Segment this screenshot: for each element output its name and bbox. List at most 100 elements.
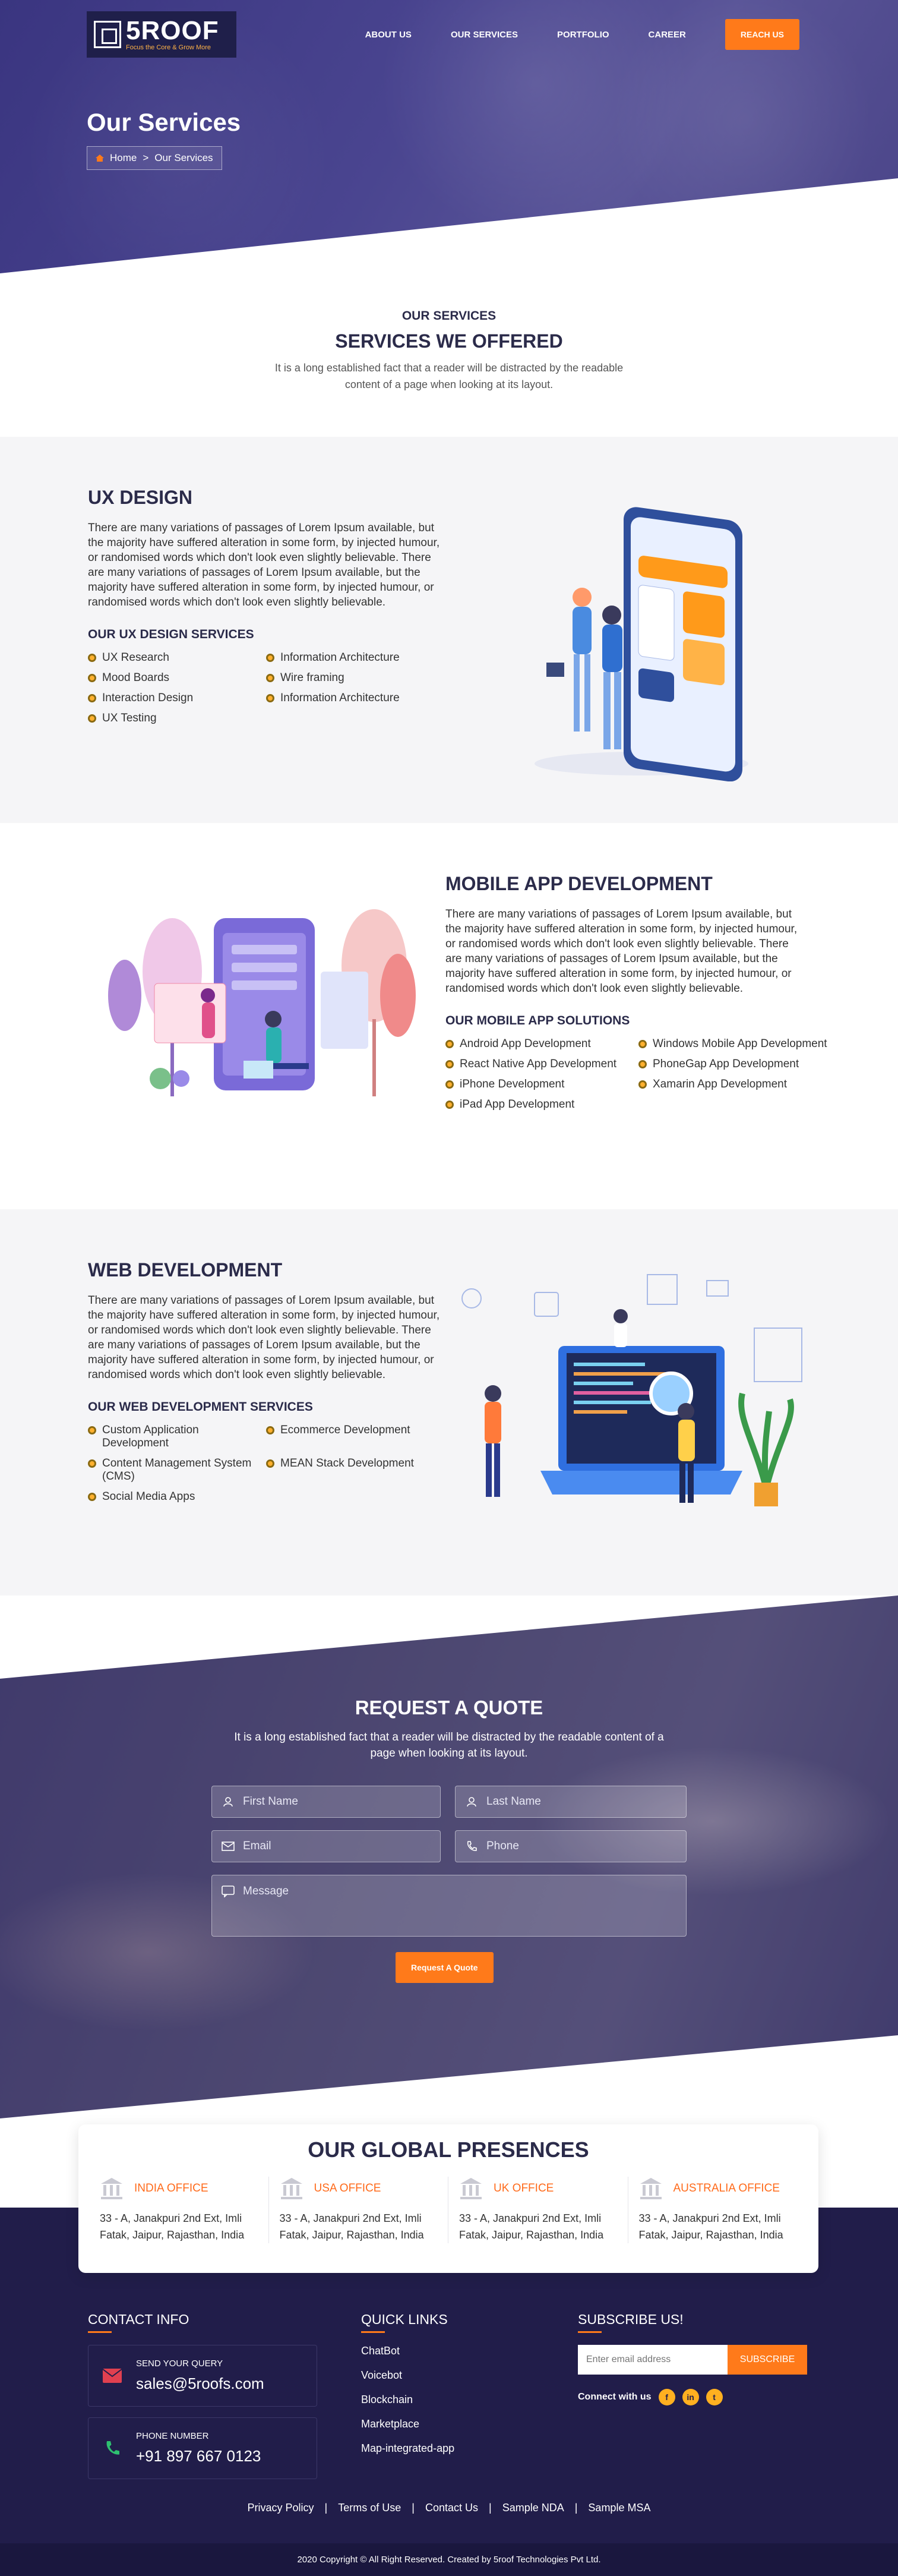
bank-icon [280, 2178, 302, 2199]
copyright-bar: 2020 Copyright © All Right Reserved. Cre… [0, 2543, 898, 2576]
intro-text: It is a long established fact that a rea… [274, 362, 624, 390]
nav-career[interactable]: CAREER [649, 30, 686, 40]
link-contact-us[interactable]: Contact Us [425, 2502, 478, 2514]
bullet-icon [445, 1060, 454, 1068]
service-title: MOBILE APP DEVELOPMENT [445, 873, 713, 894]
bullet-icon [266, 674, 274, 682]
bullet-icon [445, 1101, 454, 1109]
breadcrumb-home[interactable]: Home [110, 152, 137, 164]
office-card: INDIA OFFICE 33 - A, Janakpuri 2nd Ext, … [89, 2177, 269, 2243]
list-item: Information Architecture [266, 692, 444, 705]
service-subtitle: OUR UX DESIGN SERVICES [88, 628, 254, 641]
list-item: React Native App Development [445, 1058, 638, 1071]
first-name-field[interactable] [211, 1786, 441, 1818]
link-privacy-policy[interactable]: Privacy Policy [248, 2502, 314, 2514]
bullet-icon [88, 1459, 96, 1468]
first-name-input[interactable] [243, 1795, 421, 1808]
bullet-icon [266, 654, 274, 662]
message-input[interactable] [243, 1885, 659, 1924]
subscribe-email-input[interactable] [578, 2345, 728, 2375]
ux-design-illustration [535, 507, 748, 781]
email-field[interactable] [211, 1830, 441, 1862]
reach-us-button[interactable]: REACH US [725, 19, 799, 50]
phone-label: PHONE NUMBER [136, 2431, 209, 2441]
services-intro: OUR SERVICES SERVICES WE OFFERED It is a… [0, 273, 898, 437]
contact-phone[interactable]: +91 897 667 0123 [136, 2447, 261, 2465]
service-description: There are many variations of passages of… [88, 522, 440, 608]
list-item: Interaction Design [88, 692, 266, 705]
link-terms-of-use[interactable]: Terms of Use [338, 2502, 401, 2514]
page-title: Our Services [87, 108, 241, 136]
logo-name: 5ROOF [126, 16, 219, 45]
title-underline [88, 2331, 112, 2333]
service-subtitle: OUR MOBILE APP SOLUTIONS [445, 1014, 630, 1027]
contact-info-title: CONTACT INFO [88, 2312, 189, 2327]
bullet-icon [638, 1040, 647, 1048]
link-separator: | [489, 2502, 492, 2514]
quick-link-voicebot[interactable]: Voicebot [361, 2369, 454, 2382]
subscribe-form: SUBSCRIBE [578, 2345, 807, 2375]
office-name: USA OFFICE [314, 2182, 381, 2195]
list-item: iPhone Development [445, 1078, 638, 1091]
facebook-icon[interactable]: f [658, 2389, 675, 2405]
link-sample-msa[interactable]: Sample MSA [588, 2502, 650, 2514]
quote-diagonal-bottom [0, 2035, 898, 2118]
bullet-icon [88, 714, 96, 723]
quick-link-marketplace[interactable]: Marketplace [361, 2418, 454, 2430]
quick-link-chatbot[interactable]: ChatBot [361, 2345, 454, 2357]
list-item: Social Media Apps [88, 1490, 266, 1503]
nav-about-us[interactable]: ABOUT US [365, 30, 412, 40]
list-item: Mood Boards [88, 671, 266, 685]
bank-icon [640, 2178, 662, 2199]
request-quote-button[interactable]: Request A Quote [396, 1952, 494, 1983]
global-presences-card: OUR GLOBAL PRESENCES INDIA OFFICE 33 - A… [78, 2124, 818, 2273]
quote-diagonal-top [0, 1596, 898, 1679]
subscribe-button[interactable]: SUBSCRIBE [728, 2345, 807, 2375]
bullet-icon [266, 1459, 274, 1468]
office-card: UK OFFICE 33 - A, Janakpuri 2nd Ext, Iml… [448, 2177, 628, 2243]
quick-link-map-integrated-app[interactable]: Map-integrated-app [361, 2442, 454, 2455]
link-sample-nda[interactable]: Sample NDA [502, 2502, 564, 2514]
logo[interactable]: 5ROOF Focus the Core & Grow More [87, 11, 236, 58]
office-address: 33 - A, Janakpuri 2nd Ext, Imli Fatak, J… [279, 2212, 424, 2241]
linkedin-icon[interactable]: in [682, 2389, 699, 2405]
quote-text: It is a long established fact that a rea… [234, 1731, 664, 1760]
list-item: Ecommerce Development [266, 1424, 444, 1450]
footer-bottom-links: Privacy Policy | Terms of Use | Contact … [0, 2502, 898, 2514]
last-name-input[interactable] [486, 1795, 665, 1808]
bullet-icon [445, 1040, 454, 1048]
mobile-app-illustration [108, 909, 416, 1096]
phone-icon [88, 2439, 136, 2457]
service-ux-design: UX DESIGN There are many variations of p… [0, 437, 898, 823]
phone-contact-box[interactable]: PHONE NUMBER +91 897 667 0123 [88, 2417, 317, 2479]
phone-field[interactable] [455, 1830, 687, 1862]
quick-link-blockchain[interactable]: Blockchain [361, 2394, 454, 2406]
office-card: AUSTRALIA OFFICE 33 - A, Janakpuri 2nd E… [628, 2177, 808, 2243]
nav-our-services[interactable]: OUR SERVICES [451, 30, 518, 40]
nav-portfolio[interactable]: PORTFOLIO [557, 30, 609, 40]
contact-email[interactable]: sales@5roofs.com [136, 2375, 264, 2393]
list-item: Information Architecture [266, 651, 444, 664]
last-name-field[interactable] [455, 1786, 687, 1818]
email-contact-box[interactable]: SEND YOUR QUERY sales@5roofs.com [88, 2345, 317, 2407]
title-underline [578, 2331, 602, 2333]
office-card: USA OFFICE 33 - A, Janakpuri 2nd Ext, Im… [269, 2177, 448, 2243]
breadcrumb: Home > Our Services [87, 146, 222, 170]
bank-icon [101, 2178, 122, 2199]
message-field[interactable] [211, 1875, 687, 1937]
list-item: Xamarin App Development [638, 1078, 831, 1091]
office-name: AUSTRALIA OFFICE [673, 2182, 780, 2195]
global-title: OUR GLOBAL PRESENCES [308, 2137, 589, 2162]
list-item: UX Research [88, 651, 266, 664]
bullet-icon [445, 1080, 454, 1089]
link-separator: | [574, 2502, 578, 2514]
service-title: UX DESIGN [88, 487, 193, 508]
bullet-icon [88, 654, 96, 662]
phone-input[interactable] [486, 1840, 665, 1853]
email-input[interactable] [243, 1840, 421, 1853]
logo-tagline: Focus the Core & Grow More [126, 44, 211, 51]
link-separator: | [324, 2502, 328, 2514]
list-item: MEAN Stack Development [266, 1457, 444, 1483]
quick-links-title: QUICK LINKS [361, 2312, 448, 2327]
twitter-icon[interactable]: t [706, 2389, 723, 2405]
